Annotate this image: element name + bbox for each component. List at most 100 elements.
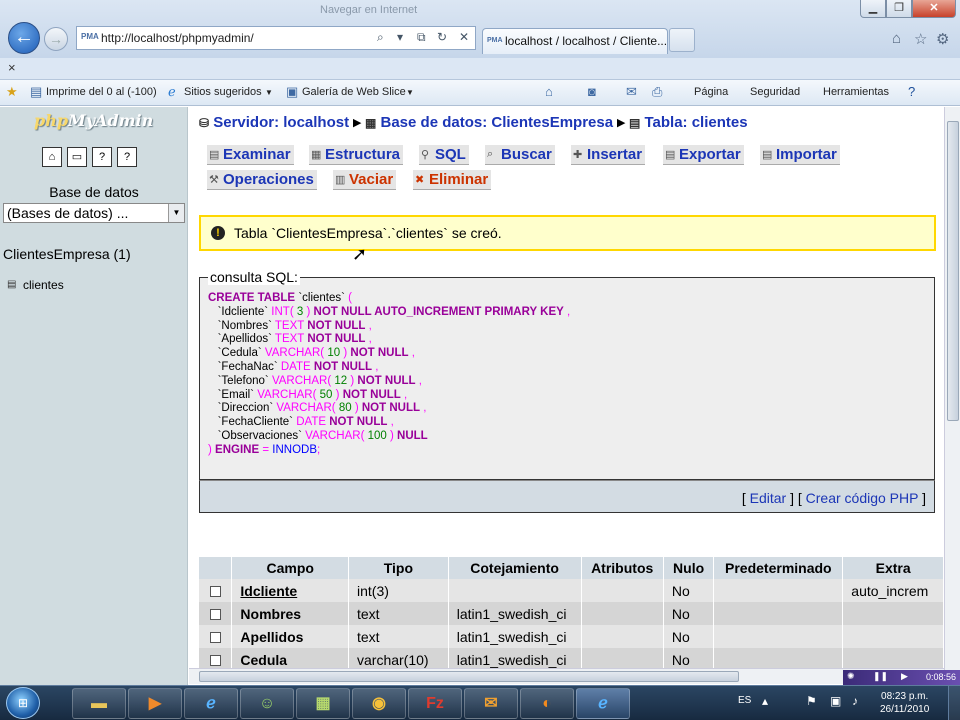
search-icon[interactable]: ⌕ — [377, 30, 384, 45]
tab-operaciones[interactable]: ⚒ Operaciones — [207, 170, 317, 190]
breadcrumb-server[interactable]: Servidor: localhost — [213, 114, 349, 131]
database-select[interactable]: (Bases de datos) ... ▼ — [3, 203, 185, 223]
print-icon[interactable]: ⎙ — [652, 84, 662, 100]
favorites-star-icon[interactable]: ★ — [6, 84, 18, 100]
row-checkbox[interactable] — [209, 655, 221, 667]
horizontal-scrollbar-thumb[interactable] — [199, 671, 739, 682]
current-database-link[interactable]: ClientesEmpresa (1) — [3, 246, 131, 262]
docs-icon[interactable]: ? — [92, 147, 112, 167]
new-tab-button[interactable] — [669, 28, 695, 52]
favorite-link-imprime[interactable]: Imprime del 0 al (-100) — [46, 86, 157, 98]
taskbar-explorer-icon[interactable]: ▬ — [72, 688, 126, 719]
sql-query-code: CREATE TABLE `clientes` ( `Idcliente` IN… — [208, 292, 571, 456]
menu-seguridad[interactable]: Seguridad — [750, 86, 800, 98]
tab-sql[interactable]: ⚲ SQL — [419, 145, 469, 165]
language-indicator[interactable]: ES — [738, 695, 751, 706]
tray-volume-icon[interactable]: ♪ — [852, 694, 858, 708]
edit-query-link[interactable]: Editar — [750, 490, 787, 506]
tab-label: Insertar — [587, 146, 643, 163]
compatibility-view-icon[interactable]: ⧉ — [417, 30, 426, 45]
address-bar[interactable]: PMA http://localhost/phpmyadmin/ ⌕ ▾ ⧉ ↻… — [76, 26, 476, 50]
pause-icon[interactable]: ❚❚ — [873, 671, 888, 682]
taskbar-firefox-icon[interactable]: ◐ — [520, 688, 574, 719]
tray-network-icon[interactable]: ▣ — [830, 694, 841, 708]
notice-text: Tabla `ClientesEmpresa`.`clientes` se cr… — [234, 225, 502, 241]
taskbar-image-viewer-icon[interactable]: ▦ — [296, 688, 350, 719]
table-icon[interactable]: ▤ — [7, 279, 16, 290]
tab-phpmyadmin[interactable]: PMA localhost / localhost / Cliente... — [482, 28, 668, 54]
tab-buscar[interactable]: ⌕ Buscar — [485, 145, 555, 165]
horizontal-scrollbar[interactable] — [189, 668, 944, 684]
refresh-icon[interactable]: ↻ — [437, 30, 447, 44]
stop-icon[interactable]: ✕ — [459, 30, 469, 44]
home-icon[interactable]: ⌂ — [545, 84, 553, 99]
create-php-code-link[interactable]: Crear código PHP — [806, 490, 919, 506]
tab-vaciar[interactable]: ▥ Vaciar — [333, 170, 397, 190]
dropdown-arrow-icon[interactable]: ▾ — [397, 30, 403, 44]
column-header-extra[interactable]: Extra — [842, 557, 944, 579]
home-icon[interactable]: ⌂ — [42, 147, 62, 167]
favorite-link-sitios[interactable]: Sitios sugeridos — [184, 86, 262, 98]
chevron-down-icon[interactable]: ▼ — [406, 88, 414, 97]
taskbar-messenger-icon[interactable]: ☺ — [240, 688, 294, 719]
tab-importar[interactable]: ▤ Importar — [760, 145, 840, 165]
field-type: text — [348, 625, 449, 648]
vertical-scrollbar[interactable] — [944, 107, 960, 685]
play-icon[interactable]: ▶ — [901, 671, 908, 682]
favorites-star-icon[interactable]: ☆ — [914, 30, 927, 48]
breadcrumb-table[interactable]: Tabla: clientes — [644, 114, 747, 131]
help-icon[interactable]: ? — [908, 84, 915, 99]
chevron-down-icon[interactable]: ▼ — [265, 88, 273, 97]
vertical-scrollbar-thumb[interactable] — [947, 121, 959, 421]
table-link-clientes[interactable]: clientes — [23, 278, 64, 292]
taskbar-ie-active-icon[interactable]: ℯ — [576, 688, 630, 719]
column-header-tipo[interactable]: Tipo — [348, 557, 449, 579]
show-desktop-button[interactable] — [948, 686, 960, 720]
tab-insertar[interactable]: ✚ Insertar — [571, 145, 646, 165]
tab-estructura[interactable]: ▦ Estructura — [309, 145, 404, 165]
tools-gear-icon[interactable]: ⚙ — [936, 30, 949, 48]
rss-icon[interactable]: ◙ — [588, 84, 596, 99]
row-checkbox[interactable] — [209, 609, 221, 621]
column-header-predeterminado[interactable]: Predeterminado — [713, 557, 844, 579]
field-name[interactable]: Nombres — [231, 602, 349, 625]
taskbar-outlook-icon[interactable]: ✉ — [464, 688, 518, 719]
start-button[interactable]: ⊞ — [6, 687, 40, 719]
row-checkbox[interactable] — [209, 586, 221, 598]
taskbar-chrome-icon[interactable]: ◉ — [352, 688, 406, 719]
forward-button[interactable]: → — [44, 27, 68, 51]
tab-eliminar[interactable]: ✖ Eliminar — [413, 170, 492, 190]
column-header-nulo[interactable]: Nulo — [663, 557, 715, 579]
sql-query-icon[interactable]: ▭ — [67, 147, 87, 167]
maximize-button[interactable]: ❐ — [886, 0, 912, 18]
tray-flag-icon[interactable]: ⚑ — [806, 694, 817, 708]
field-name[interactable]: Idcliente — [231, 579, 349, 602]
row-checkbox[interactable] — [209, 632, 221, 644]
mail-icon[interactable]: ✉ — [626, 84, 637, 100]
back-button[interactable]: ← — [8, 22, 40, 54]
taskbar-ie-icon[interactable]: ℯ — [184, 688, 238, 719]
tab-exportar[interactable]: ▤ Exportar — [663, 145, 744, 165]
tray-chevron-icon[interactable]: ▴ — [762, 694, 768, 708]
chevron-down-icon[interactable]: ▼ — [168, 204, 184, 222]
pma-favicon-icon: PMA — [81, 32, 99, 41]
column-header-atributos[interactable]: Atributos — [581, 557, 664, 579]
menu-herramientas[interactable]: Herramientas — [823, 86, 889, 98]
breadcrumb-database[interactable]: Base de datos: ClientesEmpresa — [381, 114, 614, 131]
column-header-cotejamiento[interactable]: Cotejamiento — [448, 557, 582, 579]
field-name[interactable]: Apellidos — [231, 625, 349, 648]
favorite-link-galeria[interactable]: Galería de Web Slice — [302, 86, 406, 98]
column-header-campo[interactable]: Campo — [231, 557, 349, 579]
clock[interactable]: 08:23 p.m. 26/11/2010 — [880, 690, 929, 716]
taskbar-filezilla-icon[interactable]: Fz — [408, 688, 462, 719]
close-icon[interactable]: × — [8, 60, 16, 75]
phpmyadmin-logo[interactable]: phpMyAdmin — [34, 111, 153, 130]
menu-pagina[interactable]: Página — [694, 86, 728, 98]
sql-docs-icon[interactable]: ? — [117, 147, 137, 167]
minimize-button[interactable]: ▁ — [860, 0, 886, 18]
home-icon[interactable]: ⌂ — [892, 30, 901, 47]
taskbar-media-player-icon[interactable]: ▶ — [128, 688, 182, 719]
close-window-button[interactable]: ✕ — [912, 0, 956, 18]
address-url[interactable]: http://localhost/phpmyadmin/ — [101, 31, 254, 45]
tab-examinar[interactable]: ▤ Examinar — [207, 145, 294, 165]
